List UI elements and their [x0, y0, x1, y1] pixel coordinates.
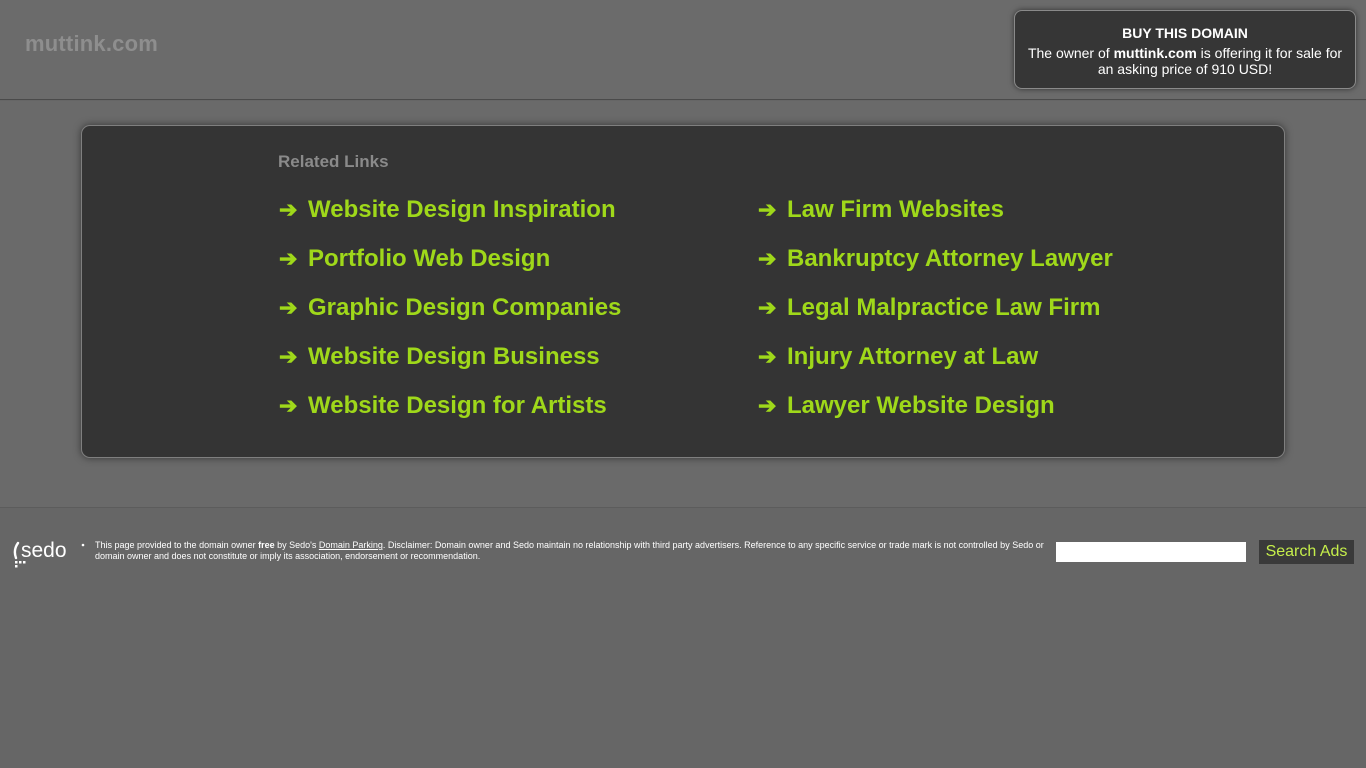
related-links-right-column: ➔ Law Firm Websites ➔ Bankruptcy Attorney …	[758, 196, 1218, 441]
buy-domain-box[interactable]: BUY THIS DOMAIN The owner of muttink.com…	[1014, 10, 1356, 89]
related-link[interactable]: ➔ Legal Malpractice Law Firm	[758, 294, 1218, 343]
arrow-right-icon: ➔	[279, 197, 298, 222]
sedo-logo-text: sedo	[21, 539, 67, 562]
arrow-right-icon: ➔	[758, 246, 777, 271]
footer: sedo This page provided to the domain ow…	[0, 509, 1366, 579]
related-link-label: Website Design for Artists	[308, 392, 607, 419]
related-link[interactable]: ➔ Portfolio Web Design	[279, 245, 739, 294]
related-link-label: Injury Attorney at Law	[787, 343, 1039, 370]
related-link[interactable]: ➔ Website Design Business	[279, 343, 739, 392]
related-links-panel: Related Links ➔ Website Design Inspiratio…	[81, 125, 1285, 458]
sedo-logo[interactable]: sedo	[12, 539, 92, 575]
related-link[interactable]: ➔ Lawyer Website Design	[758, 392, 1218, 441]
related-link[interactable]: ➔ Law Firm Websites	[758, 196, 1218, 245]
arrow-right-icon: ➔	[758, 295, 777, 320]
arrow-right-icon: ➔	[758, 197, 777, 222]
arrow-right-icon: ➔	[279, 295, 298, 320]
search-ads-button[interactable]: Search Ads	[1259, 540, 1354, 564]
arrow-right-icon: ➔	[758, 344, 777, 369]
disclaimer-part1: This page provided to the domain owner	[95, 540, 259, 550]
buy-domain-text: The owner of muttink.com is offering it …	[1015, 45, 1355, 77]
search-ads-input[interactable]	[1056, 542, 1246, 562]
disclaimer-free: free	[258, 540, 275, 550]
related-link[interactable]: ➔ Website Design Inspiration	[279, 196, 739, 245]
related-link[interactable]: ➔ Website Design for Artists	[279, 392, 739, 441]
header: muttink.com BUY THIS DOMAIN The owner of…	[0, 0, 1366, 100]
related-link-label: Legal Malpractice Law Firm	[787, 294, 1101, 321]
related-link-label: Lawyer Website Design	[787, 392, 1055, 419]
related-link-label: Graphic Design Companies	[308, 294, 622, 321]
related-links-left-column: ➔ Website Design Inspiration ➔ Portfolio W…	[279, 196, 739, 441]
disclaimer-part2: by Sedo's	[274, 540, 319, 550]
related-link[interactable]: ➔ Graphic Design Companies	[279, 294, 739, 343]
arrow-right-icon: ➔	[279, 344, 298, 369]
arrow-right-icon: ➔	[279, 393, 298, 418]
related-link-label: Website Design Inspiration	[308, 196, 616, 223]
arrow-right-icon: ➔	[758, 393, 777, 418]
buy-text-before: The owner of	[1027, 45, 1114, 61]
domain-parking-link[interactable]: Domain Parking	[319, 540, 383, 550]
related-link[interactable]: ➔ Bankruptcy Attorney Lawyer	[758, 245, 1218, 294]
related-links-title: Related Links	[278, 152, 389, 171]
buy-domain-title: BUY THIS DOMAIN	[1122, 25, 1248, 41]
disclaimer-text: This page provided to the domain owner f…	[95, 540, 1055, 562]
buy-domain-name: muttink.com	[1113, 45, 1197, 61]
related-link-label: Website Design Business	[308, 343, 600, 370]
related-link-label: Portfolio Web Design	[308, 245, 551, 272]
domain-logo-link[interactable]: muttink.com	[25, 31, 158, 57]
related-link-label: Bankruptcy Attorney Lawyer	[787, 245, 1113, 272]
related-link[interactable]: ➔ Injury Attorney at Law	[758, 343, 1218, 392]
related-link-label: Law Firm Websites	[787, 196, 1004, 223]
arrow-right-icon: ➔	[279, 246, 298, 271]
